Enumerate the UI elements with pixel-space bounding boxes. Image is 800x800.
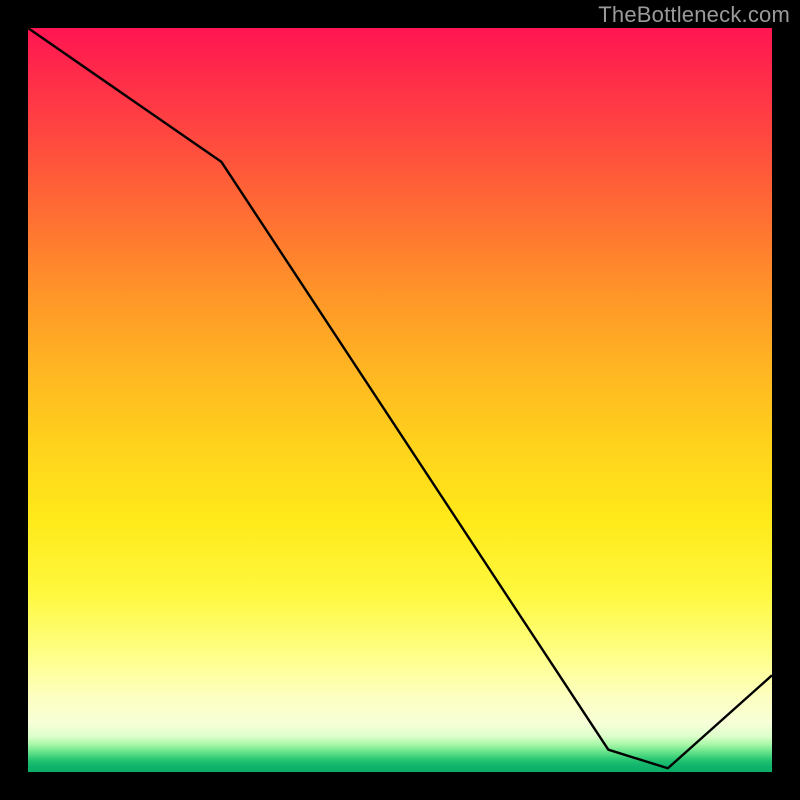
plot-area (28, 28, 772, 772)
line-series (28, 28, 772, 768)
line-overlay (28, 28, 772, 772)
chart-container: TheBottleneck.com (0, 0, 800, 800)
watermark-text: TheBottleneck.com (598, 2, 790, 28)
